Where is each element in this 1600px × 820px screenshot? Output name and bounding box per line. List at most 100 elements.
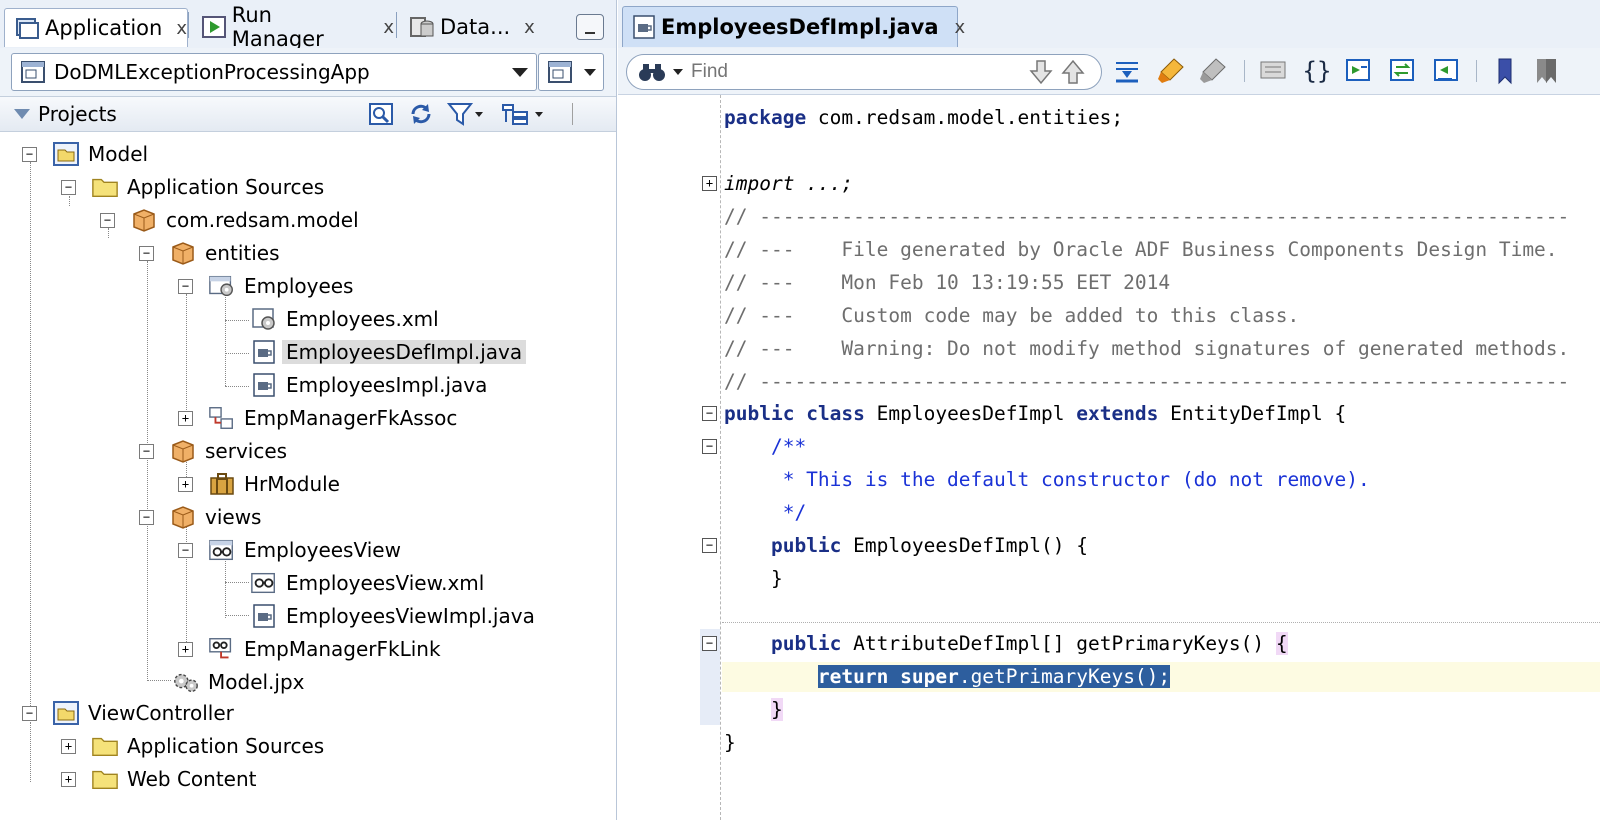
collapse-icon[interactable]: − xyxy=(139,510,154,525)
reformat-icon[interactable] xyxy=(1388,57,1418,85)
tree-node-model-jpx[interactable]: Model.jpx xyxy=(172,667,305,697)
tree-node-label: services xyxy=(205,439,288,463)
filter-icon[interactable] xyxy=(446,102,486,126)
code-line: public class EmployeesDefImpl extends En… xyxy=(724,399,1346,429)
tree-node-vc-application-sources[interactable]: + Application Sources xyxy=(61,731,324,761)
chevron-down-icon[interactable] xyxy=(512,68,528,77)
collapse-icon[interactable]: − xyxy=(178,543,193,558)
code-line: // -------------------------------------… xyxy=(724,202,1569,232)
close-icon[interactable]: x xyxy=(524,17,535,38)
tree-node-employeesviewimpl[interactable]: EmployeesViewImpl.java xyxy=(250,601,535,631)
tree-node-employees[interactable]: − Employees xyxy=(178,271,353,301)
collapse-icon[interactable]: − xyxy=(702,406,717,421)
tree-connector xyxy=(225,615,249,616)
chevron-down-icon[interactable] xyxy=(673,69,683,75)
collapse-icon[interactable]: − xyxy=(139,246,154,261)
tree-node-label: Application Sources xyxy=(127,734,325,758)
run-icon xyxy=(200,13,228,41)
tree-node-views[interactable]: − views xyxy=(139,502,261,532)
projects-panel-header[interactable]: Projects xyxy=(0,96,616,132)
tree-node-services[interactable]: − services xyxy=(139,436,287,466)
application-select-value: DoDMLExceptionProcessingApp xyxy=(54,60,370,84)
highlight-icon[interactable] xyxy=(1156,57,1186,85)
close-icon[interactable]: x xyxy=(383,17,394,38)
toolbar-separator xyxy=(1476,60,1477,82)
collapse-icon[interactable]: − xyxy=(100,213,115,228)
braces-icon[interactable]: {} xyxy=(1302,57,1332,85)
matching-brace: { xyxy=(1275,632,1288,655)
tree-connector xyxy=(225,558,226,618)
tree-node-employeesview[interactable]: − EmployeesView xyxy=(178,535,401,565)
collapse-icon[interactable]: − xyxy=(702,636,717,651)
collapse-icon[interactable]: − xyxy=(178,279,193,294)
toolbar-separator xyxy=(1244,60,1245,82)
tree-node-employeesview-xml[interactable]: EmployeesView.xml xyxy=(250,568,484,598)
bookmark-icon[interactable] xyxy=(1490,57,1520,85)
code-text: EmployeesDefImpl xyxy=(864,402,1077,425)
tree-node-web-content[interactable]: + Web Content xyxy=(61,764,257,794)
expand-icon[interactable]: + xyxy=(178,642,193,657)
tab-application[interactable]: Application x xyxy=(4,8,188,47)
close-icon[interactable]: x xyxy=(176,18,187,39)
collapse-icon[interactable]: − xyxy=(22,706,37,721)
code-text: .getPrimaryKeys(); xyxy=(958,665,1171,688)
tree-node-employeesimpl[interactable]: EmployeesImpl.java xyxy=(250,370,487,400)
search-icon[interactable] xyxy=(368,102,394,126)
find-next-icon[interactable] xyxy=(1029,59,1053,85)
clear-highlight-icon[interactable] xyxy=(1198,57,1228,85)
collapse-icon[interactable]: − xyxy=(702,538,717,553)
expand-icon[interactable]: + xyxy=(61,772,76,787)
application-menu-button[interactable] xyxy=(538,53,604,91)
collapse-icon[interactable]: − xyxy=(61,180,76,195)
expand-icon[interactable]: + xyxy=(178,477,193,492)
editor-toolbar: {} xyxy=(618,48,1600,95)
collapse-icon[interactable]: − xyxy=(22,147,37,162)
code-editor: EmployeesDefImpl.java x Find {} package … xyxy=(618,0,1600,820)
tree-node-application-sources[interactable]: − Application Sources xyxy=(61,172,324,202)
find-previous-icon[interactable] xyxy=(1061,59,1085,85)
indent-icon[interactable] xyxy=(1344,57,1374,85)
tree-node-employees-xml[interactable]: Employees.xml xyxy=(250,304,439,334)
tree-node-hrmodule[interactable]: + HrModule xyxy=(178,469,340,499)
application-icon xyxy=(13,14,41,42)
tab-run-manager[interactable]: Run Manager x xyxy=(192,3,394,51)
tree-node-viewcontroller[interactable]: − ViewController xyxy=(22,698,234,728)
tree-node-package[interactable]: − com.redsam.model xyxy=(100,205,359,235)
collapse-icon[interactable]: − xyxy=(139,444,154,459)
association-icon xyxy=(208,405,236,431)
tab-database[interactable]: Data... x xyxy=(400,8,550,46)
collapse-triangle-icon[interactable] xyxy=(14,109,30,119)
expand-icon[interactable]: + xyxy=(178,411,193,426)
close-icon[interactable]: x xyxy=(955,17,966,38)
comment-text: // -------------------------------------… xyxy=(724,370,1570,393)
tree-node-entities[interactable]: − entities xyxy=(139,238,280,268)
tab-application-label: Application xyxy=(45,16,163,40)
tab-employeesdefimpl-java[interactable]: EmployeesDefImpl.java x xyxy=(622,6,965,47)
code-line: import ...; xyxy=(724,169,853,199)
tree-connector xyxy=(225,294,226,386)
tree-node-empmanagerfklink[interactable]: + EmpManagerFkLink xyxy=(178,634,441,664)
go-to-icon[interactable] xyxy=(1112,57,1142,85)
matching-brace: } xyxy=(770,698,783,721)
comment-icon[interactable] xyxy=(1258,57,1288,85)
binoculars-icon[interactable] xyxy=(637,61,667,83)
xml-file-icon xyxy=(250,570,278,596)
tree-connector xyxy=(147,680,171,681)
tree-node-empmanagerfkassoc[interactable]: + EmpManagerFkAssoc xyxy=(178,403,457,433)
editor-tab-label: EmployeesDefImpl.java xyxy=(661,15,939,39)
next-bookmark-icon[interactable] xyxy=(1532,57,1562,85)
collapse-icon[interactable]: − xyxy=(702,439,717,454)
application-select[interactable]: DoDMLExceptionProcessingApp xyxy=(11,53,537,91)
minimize-button[interactable] xyxy=(576,14,604,40)
code-line: // -------------------------------------… xyxy=(724,367,1569,397)
unindent-icon[interactable] xyxy=(1432,57,1462,85)
tree-node-model[interactable]: − Model xyxy=(22,139,148,169)
refresh-icon[interactable] xyxy=(408,102,434,126)
expand-icon[interactable]: + xyxy=(702,176,717,191)
tree-node-label: ViewController xyxy=(88,701,234,725)
code-area[interactable]: package com.redsam.model.entities; + imp… xyxy=(618,95,1600,820)
expand-icon[interactable]: + xyxy=(61,739,76,754)
find-input[interactable] xyxy=(689,59,1033,85)
tree-node-employeesdefimpl[interactable]: EmployeesDefImpl.java xyxy=(250,337,527,367)
options-icon[interactable] xyxy=(500,102,550,126)
